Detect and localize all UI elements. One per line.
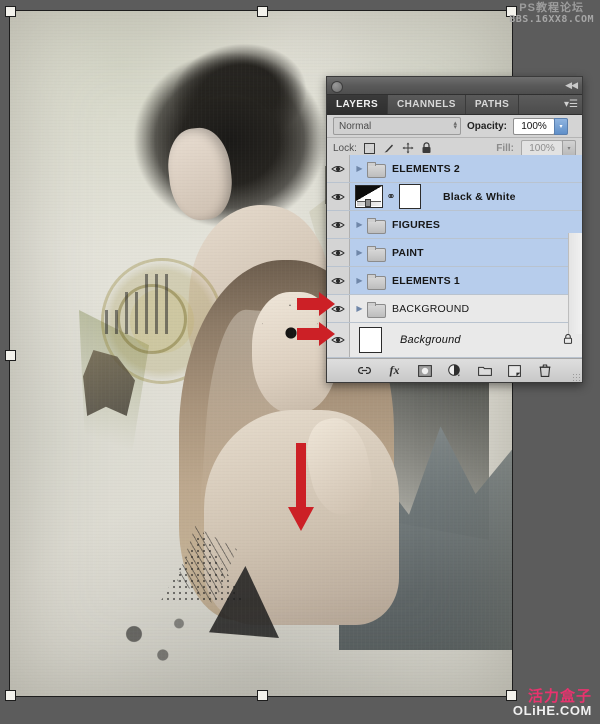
layers-panel-footer: fx [327, 358, 582, 382]
visibility-eye-icon[interactable] [327, 267, 350, 294]
watermark-top-line1: PS教程论坛 [519, 2, 584, 14]
visibility-eye-icon[interactable] [327, 239, 350, 266]
fill-label: Fill: [496, 142, 514, 154]
layer-row-black-and-white[interactable]: ⚭ Black & White [327, 183, 582, 211]
arrow-pointing-background-layer-eye [297, 322, 335, 346]
tab-channels[interactable]: CHANNELS [388, 95, 466, 114]
layer-name: PAINT [392, 246, 424, 259]
panel-tab-row[interactable]: LAYERS CHANNELS PATHS ▾☰ [327, 95, 582, 115]
opacity-dropdown-icon[interactable]: ▾ [554, 117, 569, 135]
link-mask-icon[interactable]: ⚭ [386, 191, 396, 202]
folder-icon [367, 273, 386, 290]
panel-menu-icon[interactable]: ▾☰ [564, 99, 578, 110]
layer-style-fx-button[interactable]: fx [387, 363, 402, 378]
layer-name: ELEMENTS 1 [392, 274, 460, 287]
lock-label: Lock: [333, 142, 357, 154]
blend-mode-row: Normal ▴ ▾ Opacity: 100% ▾ [327, 115, 582, 138]
visibility-eye-icon[interactable] [327, 211, 350, 238]
layer-row-elements-1[interactable]: ▶ ELEMENTS 1 [327, 267, 582, 295]
blend-mode-select[interactable]: Normal ▴ ▾ [333, 117, 461, 135]
lock-image-pixels-icon[interactable] [383, 142, 395, 154]
lock-all-icon[interactable] [421, 142, 433, 154]
photoshop-workspace: ◀◀ LAYERS CHANNELS PATHS ▾☰ Normal ▴ ▾ O… [0, 0, 600, 724]
layer-locked-icon [563, 333, 573, 348]
layer-row-background-group[interactable]: ▶ BACKGROUND [327, 295, 582, 323]
layer-name: Background [400, 334, 461, 346]
expand-triangle-icon[interactable]: ▶ [353, 276, 366, 285]
opacity-input[interactable]: 100% [513, 117, 556, 135]
layer-list[interactable]: ▶ ELEMENTS 2 ⚭ Black & White ▶ FIGURES ▶… [327, 155, 582, 358]
layer-row-elements-2[interactable]: ▶ ELEMENTS 2 [327, 155, 582, 183]
watermark-top-line2: BBS.16XX8.COM [509, 13, 594, 25]
tab-paths[interactable]: PATHS [465, 95, 520, 114]
expand-triangle-icon[interactable]: ▶ [353, 304, 366, 313]
folder-icon [367, 217, 386, 234]
lock-transparency-icon[interactable] [364, 142, 376, 154]
watermark-top: PS教程论坛 BBS.16XX8.COM [509, 2, 594, 25]
layer-name: FIGURES [392, 218, 441, 231]
adjustment-layer-thumbnail[interactable] [355, 185, 383, 208]
folder-icon [367, 301, 386, 318]
folder-icon [367, 245, 386, 262]
new-adjustment-layer-button[interactable] [447, 363, 462, 378]
link-layers-button[interactable] [357, 363, 372, 378]
layers-panel[interactable]: ◀◀ LAYERS CHANNELS PATHS ▾☰ Normal ▴ ▾ O… [326, 76, 583, 383]
panel-resize-grip[interactable] [572, 373, 580, 381]
layer-thumbnail[interactable] [359, 327, 382, 353]
layer-name: Black & White [443, 190, 516, 203]
visibility-eye-icon[interactable] [327, 155, 350, 182]
watermark-bottom: 活力盒子 OLiHE.COM [512, 687, 592, 719]
arrow-pointing-background-group-eye [297, 292, 335, 316]
collapse-arrows-icon[interactable]: ◀◀ [565, 80, 578, 91]
opacity-label: Opacity: [467, 120, 508, 132]
tab-layers[interactable]: LAYERS [327, 95, 389, 114]
chevron-updown-icon[interactable]: ▴ ▾ [453, 120, 457, 131]
visibility-eye-icon[interactable] [327, 183, 350, 210]
new-group-button[interactable] [477, 363, 492, 378]
layer-row-figures[interactable]: ▶ FIGURES [327, 211, 582, 239]
expand-triangle-icon[interactable]: ▶ [353, 248, 366, 257]
layer-mask-thumbnail[interactable] [399, 184, 421, 209]
layer-row-background[interactable]: Background [327, 323, 582, 358]
watermark-bottom-line2: OLiHE.COM [512, 703, 592, 719]
arrow-down-on-canvas [288, 443, 314, 531]
new-layer-button[interactable] [507, 363, 522, 378]
lock-position-icon[interactable] [402, 142, 414, 154]
delete-layer-button[interactable] [537, 363, 552, 378]
fill-dropdown-icon[interactable]: ▾ [562, 139, 576, 157]
add-layer-mask-button[interactable] [417, 363, 432, 378]
expand-triangle-icon[interactable]: ▶ [353, 220, 366, 229]
expand-triangle-icon[interactable]: ▶ [353, 164, 366, 173]
layer-name: ELEMENTS 2 [392, 162, 460, 175]
layer-name: BACKGROUND [392, 302, 470, 315]
fill-input[interactable]: 100% [521, 139, 563, 157]
layer-list-scrollbar[interactable] [568, 233, 582, 334]
blend-mode-value: Normal [339, 120, 372, 132]
folder-icon [367, 161, 386, 178]
close-icon[interactable] [331, 81, 343, 93]
panel-titlebar[interactable]: ◀◀ [327, 77, 582, 95]
watermark-bottom-line1: 活力盒子 [527, 687, 592, 705]
layer-row-paint[interactable]: ▶ PAINT [327, 239, 582, 267]
